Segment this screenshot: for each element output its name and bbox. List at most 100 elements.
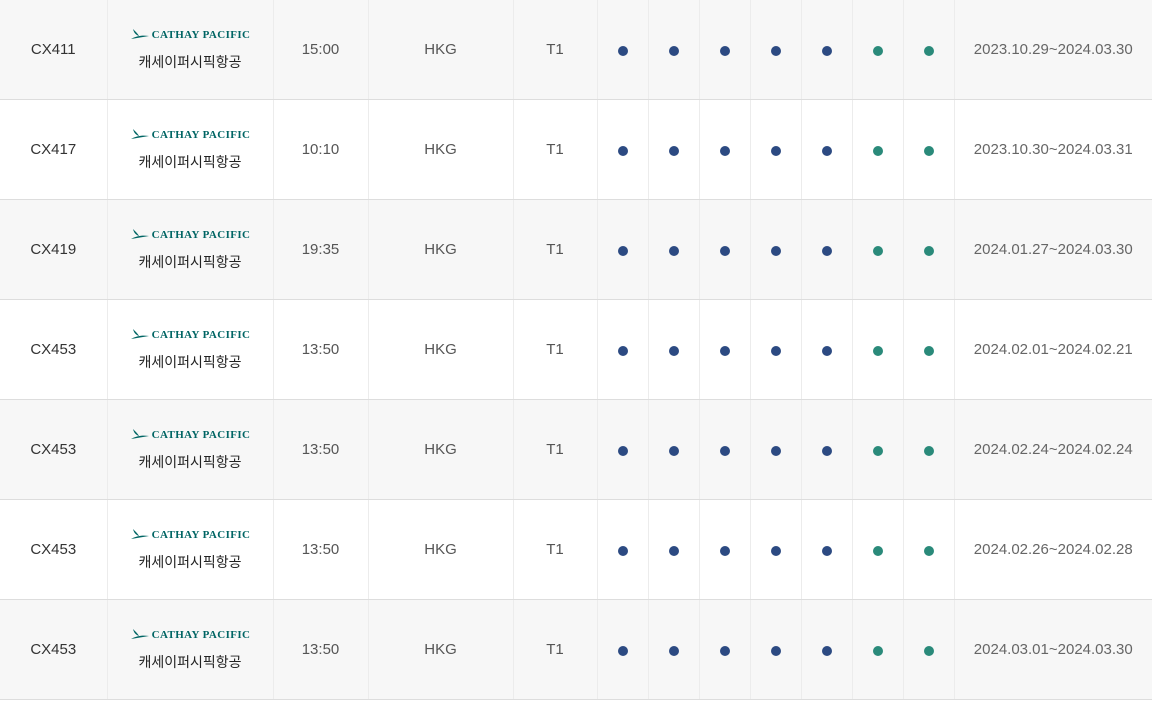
terminal: T1 <box>513 399 598 500</box>
day-cell <box>699 499 751 600</box>
airline-logo-text: CATHAY PACIFIC <box>151 29 251 41</box>
airline-logo-text: CATHAY PACIFIC <box>151 229 251 241</box>
departure-time: 19:35 <box>273 199 369 300</box>
airline-cell: CATHAY PACIFIC 캐세이퍼시픽항공 <box>107 499 274 600</box>
airline-name: 캐세이퍼시픽항공 <box>138 154 242 170</box>
airline-logo-text: CATHAY PACIFIC <box>151 529 251 541</box>
day-cell <box>750 399 802 500</box>
airport-code: HKG <box>368 99 514 200</box>
cathay-brushwing-icon <box>130 529 149 539</box>
operating-day-dot <box>923 245 934 256</box>
operating-day-dot <box>770 645 781 656</box>
day-cell <box>750 99 802 200</box>
operating-day-dot <box>821 545 832 556</box>
day-cell <box>699 0 751 100</box>
airline-logo-text: CATHAY PACIFIC <box>151 329 251 341</box>
operating-day-dot <box>923 645 934 656</box>
airline-name: 캐세이퍼시픽항공 <box>138 554 242 570</box>
airline-cell: CATHAY PACIFIC 캐세이퍼시픽항공 <box>107 0 274 100</box>
terminal: T1 <box>513 99 598 200</box>
operating-day-dot <box>770 145 781 156</box>
operating-day-dot <box>719 245 730 256</box>
operating-day-dot <box>923 145 934 156</box>
operating-day-dot <box>923 45 934 56</box>
day-cell <box>903 199 955 300</box>
operating-period: 2024.01.27~2024.03.30 <box>954 199 1152 300</box>
airline-name: 캐세이퍼시픽항공 <box>138 654 242 670</box>
day-cell <box>597 399 649 500</box>
operating-day-dot <box>923 545 934 556</box>
day-cell <box>699 599 751 700</box>
operating-day-dot <box>872 545 883 556</box>
table-row: CX453 CATHAY PACIFIC 캐세이퍼시픽항공 13:50 HKG … <box>0 499 1152 600</box>
day-cell <box>648 299 700 400</box>
operating-day-dot <box>617 245 628 256</box>
day-cell <box>648 499 700 600</box>
operating-day-dot <box>617 445 628 456</box>
departure-time: 10:10 <box>273 99 369 200</box>
day-cell <box>648 99 700 200</box>
operating-day-dot <box>668 145 679 156</box>
day-cell <box>903 0 955 100</box>
operating-day-dot <box>923 445 934 456</box>
departure-time: 13:50 <box>273 599 369 700</box>
day-cell <box>903 99 955 200</box>
operating-day-dot <box>668 445 679 456</box>
cathay-brushwing-icon <box>130 29 149 39</box>
operating-day-dot <box>821 145 832 156</box>
operating-period: 2023.10.30~2024.03.31 <box>954 99 1152 200</box>
departure-time: 13:50 <box>273 299 369 400</box>
day-cell <box>750 499 802 600</box>
operating-day-dot <box>668 45 679 56</box>
operating-day-dot <box>821 645 832 656</box>
flight-schedule-table: CX411 CATHAY PACIFIC 캐세이퍼시픽항공 15:00 HKG … <box>0 0 1152 700</box>
day-cell <box>699 199 751 300</box>
day-cell <box>852 299 904 400</box>
airline-cell: CATHAY PACIFIC 캐세이퍼시픽항공 <box>107 99 274 200</box>
day-cell <box>699 399 751 500</box>
airline-logo: CATHAY PACIFIC <box>108 427 273 443</box>
terminal: T1 <box>513 499 598 600</box>
airport-code: HKG <box>368 399 514 500</box>
operating-day-dot <box>770 545 781 556</box>
day-cell <box>801 99 853 200</box>
airline-logo: CATHAY PACIFIC <box>108 327 273 343</box>
day-cell <box>903 599 955 700</box>
operating-day-dot <box>872 145 883 156</box>
operating-day-dot <box>770 45 781 56</box>
day-cell <box>852 399 904 500</box>
table-row: CX419 CATHAY PACIFIC 캐세이퍼시픽항공 19:35 HKG … <box>0 199 1152 300</box>
day-cell <box>903 399 955 500</box>
operating-period: 2024.03.01~2024.03.30 <box>954 599 1152 700</box>
airline-logo-text: CATHAY PACIFIC <box>151 429 251 441</box>
operating-day-dot <box>872 345 883 356</box>
cathay-brushwing-icon <box>130 129 149 139</box>
day-cell <box>852 599 904 700</box>
operating-day-dot <box>617 45 628 56</box>
cathay-brushwing-icon <box>130 229 149 239</box>
airline-cell: CATHAY PACIFIC 캐세이퍼시픽항공 <box>107 299 274 400</box>
day-cell <box>597 99 649 200</box>
operating-day-dot <box>872 245 883 256</box>
operating-day-dot <box>821 445 832 456</box>
operating-day-dot <box>617 545 628 556</box>
departure-time: 15:00 <box>273 0 369 100</box>
airline-logo: CATHAY PACIFIC <box>108 627 273 643</box>
airline-logo-text: CATHAY PACIFIC <box>151 629 251 641</box>
airline-logo: CATHAY PACIFIC <box>108 127 273 143</box>
operating-day-dot <box>617 145 628 156</box>
day-cell <box>852 99 904 200</box>
airport-code: HKG <box>368 0 514 100</box>
day-cell <box>648 599 700 700</box>
day-cell <box>801 0 853 100</box>
day-cell <box>903 499 955 600</box>
flight-number: CX453 <box>0 299 108 400</box>
day-cell <box>801 499 853 600</box>
airport-code: HKG <box>368 599 514 700</box>
flight-number: CX411 <box>0 0 108 100</box>
operating-day-dot <box>617 345 628 356</box>
day-cell <box>597 599 649 700</box>
operating-day-dot <box>719 645 730 656</box>
airline-cell: CATHAY PACIFIC 캐세이퍼시픽항공 <box>107 399 274 500</box>
day-cell <box>750 0 802 100</box>
